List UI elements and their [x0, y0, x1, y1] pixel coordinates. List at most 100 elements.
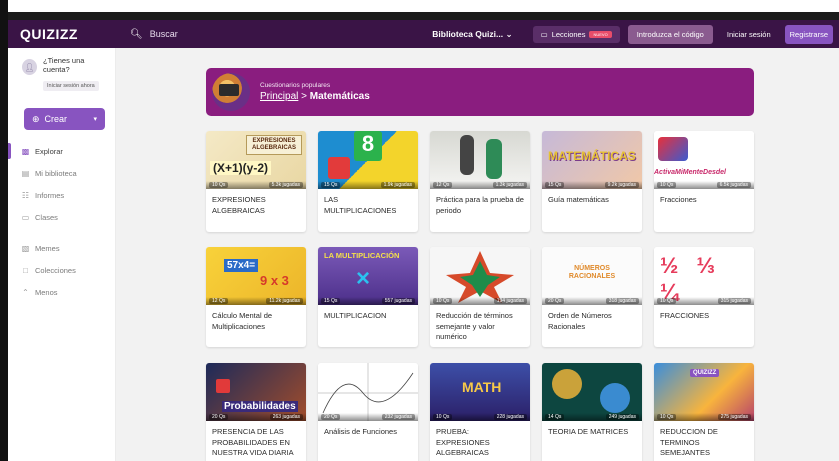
quiz-thumbnail: QUIZIZZ 10 Qs 275 jugadas — [654, 363, 754, 421]
enter-code-button[interactable]: Introduzca el código — [627, 24, 713, 44]
create-button[interactable]: ⊕ Crear ▾ — [24, 108, 105, 130]
thumbnail-shape — [552, 369, 582, 399]
quizizz-logo[interactable]: QUIZIZZ — [8, 26, 116, 42]
quiz-card[interactable]: NÚMEROS RACIONALES 20 Qs 318 jugadas Orde… — [542, 247, 642, 347]
sidebar-item-label: Memes — [35, 243, 60, 253]
quiz-card[interactable]: 12 Qs 1.3k jugadas Práctica para la prueb… — [430, 131, 530, 232]
sidebar-item-colecciones[interactable]: □ Colecciones — [8, 259, 115, 281]
question-count: 10 Qs — [433, 298, 453, 304]
quiz-title: Guía matemáticas — [548, 195, 609, 204]
quiz-card[interactable]: QUIZIZZ 10 Qs 275 jugadas REDUCCION DE TE… — [654, 363, 754, 461]
caret-down-icon: ▾ — [93, 116, 97, 123]
create-label: Crear — [44, 113, 68, 124]
quiz-card[interactable]: MATEMÁTICAS 15 Qs 9.2k jugadas Guía matem… — [542, 131, 642, 232]
sidebar-item-informes[interactable]: ☷ Informes — [8, 184, 115, 206]
thumbnail-text: ActivaMiMenteDesdel — [654, 169, 726, 176]
quiz-meta: 20 Qs 263 jugadas — [206, 413, 306, 421]
sidebar-item-memes[interactable]: ▧ Memes — [8, 237, 115, 259]
quiz-title: EXPRESIONES ALGEBRAICAS — [212, 195, 266, 215]
quiz-meta: 15 Qs 9.2k jugadas — [542, 181, 642, 189]
search-bar[interactable]: 🔍︎ Buscar — [116, 20, 432, 48]
question-count: 10 Qs — [657, 182, 677, 188]
search-input[interactable]: Buscar — [150, 29, 178, 39]
quiz-card[interactable]: 10 Qs 194 jugadas Reducción de términos s… — [430, 247, 530, 347]
thumbnail-text: EXPRESIONES ALGEBRAICAS — [246, 135, 302, 155]
quiz-card[interactable]: ActivaMiMenteDesdel 10 Qs 6.5k jugadas Fr… — [654, 131, 754, 232]
quiz-card[interactable]: ½ ⅓ ¼ 10 Qs 315 jugadas FRACCIONES — [654, 247, 754, 347]
quiz-meta: 10 Qs 194 jugadas — [430, 297, 530, 305]
sidebar-item-explorar[interactable]: ▩ Explorar — [8, 140, 115, 162]
account-question: ¿Tienes una cuenta? — [43, 56, 85, 74]
login-link[interactable]: Iniciar sesión — [721, 30, 777, 39]
window-edge — [0, 0, 8, 461]
thumbnail-text: LA MULTIPLICACIÓN — [324, 251, 400, 260]
quiz-meta: 20 Qs 232 jugadas — [318, 413, 418, 421]
question-count: 20 Qs — [545, 298, 565, 304]
category-banner: Cuestionarios populares Principal > Mate… — [206, 68, 754, 116]
quiz-title: FRACCIONES — [660, 311, 710, 320]
sidebar-item-mi-biblioteca[interactable]: ▤ Mi biblioteca — [8, 162, 115, 184]
quiz-thumbnail: 8 15 Qs 1.9k jugadas — [318, 131, 418, 189]
play-count: 263 jugadas — [269, 414, 303, 420]
quiz-card[interactable]: EXPRESIONES ALGEBRAICAS (X+1)(y-2) 10 Qs… — [206, 131, 306, 232]
quiz-meta: 12 Qs 11.2k jugadas — [206, 297, 306, 305]
sidebar-item-label: Mi biblioteca — [35, 168, 77, 178]
quiz-thumbnail: 14 Qs 249 jugadas — [542, 363, 642, 421]
main-content: Cuestionarios populares Principal > Mate… — [116, 48, 839, 461]
quiz-title: Cálculo Mental de Multiplicaciones — [212, 311, 273, 331]
sidebar-nav: ▩ Explorar ▤ Mi biblioteca ☷ Informes ▭ … — [8, 140, 115, 303]
thumbnail-block — [328, 157, 350, 179]
question-count: 12 Qs — [433, 182, 453, 188]
dice-icon — [216, 379, 230, 393]
quiz-thumbnail: Probabilidades 20 Qs 263 jugadas — [206, 363, 306, 421]
quiz-thumbnail: MATEMÁTICAS 15 Qs 9.2k jugadas — [542, 131, 642, 189]
breadcrumb-home-link[interactable]: Principal — [260, 91, 298, 102]
sidebar-item-label: Colecciones — [35, 265, 76, 275]
play-count: 228 jugadas — [493, 414, 527, 420]
quiz-meta: 12 Qs 1.3k jugadas — [430, 181, 530, 189]
quiz-meta: 10 Qs 315 jugadas — [654, 297, 754, 305]
quiz-thumbnail: MATH 10 Qs 228 jugadas — [430, 363, 530, 421]
window-top-bar — [8, 12, 839, 20]
library-icon: ▤ — [21, 168, 30, 178]
quiz-card[interactable]: Probabilidades 20 Qs 263 jugadas PRESENCI… — [206, 363, 306, 461]
thumbnail-text: MATEMÁTICAS — [548, 149, 636, 163]
app-frame: QUIZIZZ 🔍︎ Buscar Biblioteca Quizi... ⌄ … — [0, 0, 839, 461]
quiz-title: Reducción de términos semejante y valor … — [436, 311, 513, 341]
library-dropdown[interactable]: Biblioteca Quizi... ⌄ — [432, 29, 524, 40]
play-count: 1.3k jugadas — [492, 182, 527, 188]
library-label: Biblioteca Quizi... — [432, 28, 504, 39]
quiz-card[interactable]: MATH 10 Qs 228 jugadas PRUEBA: EXPRESIONE… — [430, 363, 530, 461]
thumbnail-text: QUIZIZZ — [690, 369, 720, 377]
quiz-card[interactable]: 57x4= 9 x 3 12 Qs 11.2k jugadas Cálculo M… — [206, 247, 306, 347]
quiz-card[interactable]: 20 Qs 232 jugadas Análisis de Funciones — [318, 363, 418, 461]
quiz-card[interactable]: LA MULTIPLICACIÓN × 15 Qs 557 jugadas MUL… — [318, 247, 418, 347]
sidebar-item-menos[interactable]: ⌃ Menos — [8, 281, 115, 303]
sidebar-item-label: Menos — [35, 287, 58, 297]
play-count: 557 jugadas — [381, 298, 415, 304]
signup-button[interactable]: Registrarse — [784, 24, 833, 44]
play-count: 232 jugadas — [381, 414, 415, 420]
thumbnail-figure — [460, 135, 474, 175]
question-count: 20 Qs — [209, 414, 229, 420]
sidebar-item-clases[interactable]: ▭ Clases — [8, 206, 115, 228]
thumbnail-formula: (X+1)(y-2) — [210, 161, 272, 175]
math-banner-image — [212, 73, 250, 111]
quiz-thumbnail: NÚMEROS RACIONALES 20 Qs 318 jugadas — [542, 247, 642, 305]
banner-subtitle: Cuestionarios populares — [260, 82, 331, 89]
sidebar-item-label: Clases — [35, 212, 58, 222]
lessons-button[interactable]: ▭ Lecciones NUEVO — [532, 25, 620, 43]
quiz-title: Fracciones — [660, 195, 697, 204]
search-icon: 🔍︎ — [130, 28, 143, 40]
quiz-meta: 15 Qs 1.9k jugadas — [318, 181, 418, 189]
login-now-button[interactable]: Iniciar sesión ahora — [43, 81, 99, 91]
play-count: 11.2k jugadas — [266, 298, 303, 304]
quiz-card[interactable]: 14 Qs 249 jugadas TEORIA DE MATRICES — [542, 363, 642, 461]
quiz-card[interactable]: 8 15 Qs 1.9k jugadas LAS MULTIPLICACIONES — [318, 131, 418, 232]
quiz-thumbnail: 20 Qs 232 jugadas — [318, 363, 418, 421]
lessons-label: Lecciones — [551, 29, 586, 39]
quiz-thumbnail: 12 Qs 1.3k jugadas — [430, 131, 530, 189]
play-count: 249 jugadas — [605, 414, 639, 420]
thumbnail-text: MATH — [462, 379, 502, 395]
question-count: 10 Qs — [657, 414, 677, 420]
